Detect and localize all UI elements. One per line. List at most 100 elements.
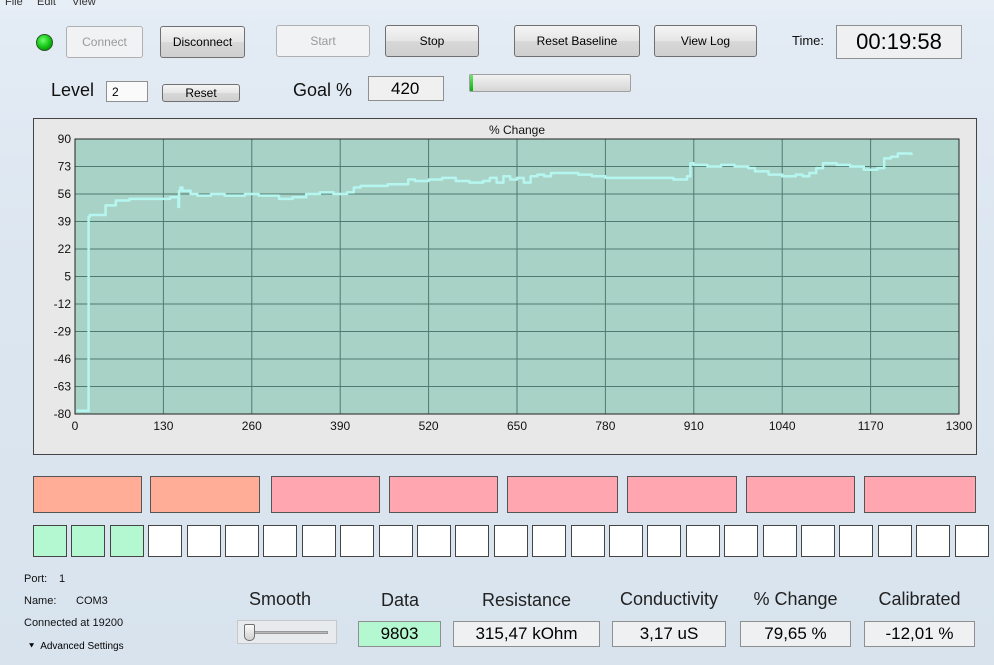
menu-file[interactable]: File: [5, 0, 23, 8]
goal-label: Goal %: [293, 80, 353, 100]
level-square: [187, 525, 221, 557]
zone-block: [507, 476, 618, 513]
zone-block: [864, 476, 976, 513]
connection-status-led: [36, 34, 53, 51]
name-label: Name:: [24, 595, 57, 607]
menu-view[interactable]: View: [72, 0, 96, 8]
x-tick-label: 260: [242, 419, 262, 433]
y-tick-label: -46: [54, 352, 72, 366]
y-tick-label: -63: [54, 380, 72, 394]
resistance-label: Resistance: [481, 590, 572, 610]
smooth-slider[interactable]: [237, 620, 337, 644]
level-square: [955, 525, 989, 557]
level-square: [148, 525, 182, 557]
connect-button[interactable]: Connect: [66, 26, 143, 58]
x-tick-label: 1300: [946, 419, 973, 433]
time-display: 00:19:58: [836, 25, 962, 59]
level-reset-button[interactable]: Reset: [162, 84, 240, 102]
level-square: [33, 525, 67, 557]
y-tick-label: 5: [64, 270, 71, 284]
level-square: [532, 525, 566, 557]
level-square: [302, 525, 336, 557]
conductivity-value: 3,17 uS: [612, 621, 726, 647]
level-square: [71, 525, 105, 557]
view-log-button[interactable]: View Log: [654, 25, 757, 57]
level-square: [263, 525, 297, 557]
goal-value-field[interactable]: 420: [368, 76, 444, 101]
zone-block: [33, 476, 142, 513]
smooth-slider-thumb[interactable]: [244, 624, 255, 641]
level-square: [609, 525, 643, 557]
level-square: [379, 525, 413, 557]
percent-change-chart: 0 130 260 390 520 650 780 910 1040 1170 1300 90 73 56…: [33, 118, 977, 455]
zone-block: [150, 476, 260, 513]
goal-progress-bar: [469, 74, 631, 92]
x-tick-label: 1170: [858, 419, 884, 433]
level-square: [340, 525, 374, 557]
x-tick-label: 1040: [769, 419, 796, 433]
y-tick-label: 90: [58, 132, 72, 146]
level-input[interactable]: 2: [106, 81, 148, 102]
name-value: COM3: [76, 595, 108, 607]
level-square: [878, 525, 912, 557]
level-square: [686, 525, 720, 557]
level-square: [724, 525, 758, 557]
time-label: Time:: [792, 33, 825, 48]
level-label: Level: [51, 80, 95, 100]
y-tick-label: 56: [58, 187, 72, 201]
chart-title: % Change: [489, 123, 545, 137]
goal-progress-fill: [470, 75, 474, 91]
port-value: 1: [59, 573, 66, 585]
y-tick-label: -12: [54, 297, 72, 311]
level-square: [916, 525, 950, 557]
level-square: [571, 525, 605, 557]
chart-svg: 0 130 260 390 520 650 780 910 1040 1170 1300 90 73 56…: [54, 123, 973, 433]
menu-bar: File Edit View: [0, 0, 994, 10]
chevron-double-down-icon: ⯆: [28, 641, 36, 651]
smooth-label: Smooth: [248, 589, 312, 609]
menu-edit[interactable]: Edit: [37, 0, 56, 8]
zone-block: [746, 476, 855, 513]
zone-block: [271, 476, 380, 513]
level-square: [494, 525, 528, 557]
y-tick-label: 22: [58, 242, 72, 256]
y-tick-label: 73: [58, 160, 72, 174]
level-square: [647, 525, 681, 557]
start-button[interactable]: Start: [276, 25, 370, 57]
advanced-settings-label: Advanced Settings: [40, 641, 124, 652]
level-square: [763, 525, 797, 557]
port-label: Port:: [24, 573, 48, 585]
y-tick-label: -80: [54, 407, 72, 421]
y-tick-label: 39: [58, 215, 72, 229]
y-tick-label: -29: [54, 325, 72, 339]
x-tick-label: 0: [72, 419, 79, 433]
conductivity-label: Conductivity: [619, 589, 719, 609]
level-square: [417, 525, 451, 557]
percent-change-value: 79,65 %: [740, 621, 851, 647]
x-tick-label: 910: [684, 419, 704, 433]
x-tick-label: 130: [153, 419, 173, 433]
calibrated-value: -12,01 %: [864, 621, 975, 647]
level-square: [455, 525, 489, 557]
calibrated-label: Calibrated: [878, 589, 961, 609]
percent-change-label: % Change: [753, 589, 838, 609]
reset-baseline-button[interactable]: Reset Baseline: [514, 25, 640, 57]
resistance-value: 315,47 kOhm: [453, 621, 600, 647]
x-tick-label: 780: [595, 419, 615, 433]
x-tick-label: 650: [507, 419, 527, 433]
disconnect-button[interactable]: Disconnect: [160, 26, 245, 58]
data-value: 9803: [358, 621, 441, 647]
advanced-settings-toggle[interactable]: ⯆ Advanced Settings: [28, 641, 124, 652]
zone-block: [627, 476, 737, 513]
level-square: [839, 525, 873, 557]
smooth-slider-track: [248, 631, 328, 634]
connection-status-text: Connected at 19200: [24, 617, 124, 629]
stop-button[interactable]: Stop: [385, 25, 479, 57]
x-tick-label: 390: [330, 419, 350, 433]
zone-block: [389, 476, 498, 513]
data-label: Data: [380, 590, 420, 610]
level-square: [801, 525, 835, 557]
level-square: [110, 525, 144, 557]
level-square: [225, 525, 259, 557]
x-tick-label: 520: [419, 419, 439, 433]
